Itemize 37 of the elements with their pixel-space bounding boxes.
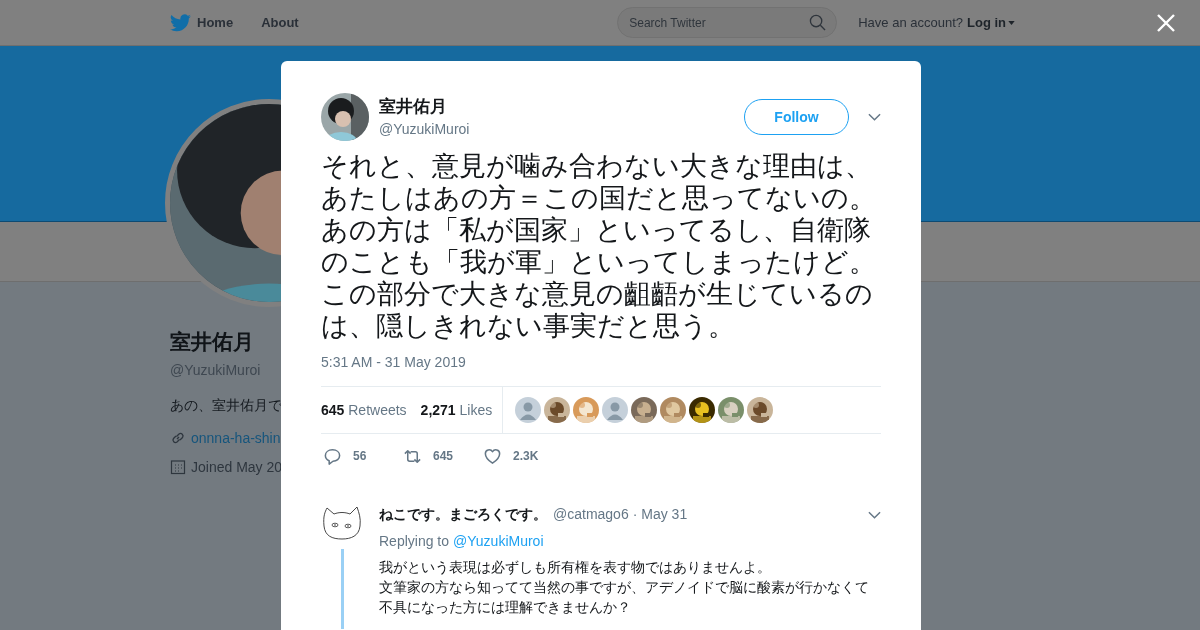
reply-author-name[interactable]: ねこです。まごろくです。 [379,504,547,525]
reply-text-line: 不具になった方には理解できませんか？ [379,598,631,617]
action-count: 645 [433,448,454,465]
caret-icon[interactable] [1008,20,1015,25]
search-icon[interactable] [809,14,827,31]
profile-name: 室井佑月 [170,329,255,355]
chevron-down-icon[interactable] [868,113,881,121]
reply-date[interactable]: · May 31 [632,504,868,525]
engagement-count[interactable]: 645 Retweets [321,399,407,421]
tweet-timestamp[interactable]: 5:31 AM - 31 May 2019 [321,352,881,373]
heart-icon[interactable] [483,446,502,466]
nav-link[interactable]: About [261,12,299,33]
login-button[interactable]: Log in [967,12,1015,33]
reply-author-handle[interactable]: @catmago6 [553,504,629,525]
author-handle[interactable]: @YuzukiMuroi [379,119,744,141]
action-count: 2.3K [513,448,539,465]
replying-to-label: Replying to [379,532,450,551]
chevron-down-icon[interactable] [868,510,881,519]
link-icon [170,430,186,446]
speech-bubble-icon[interactable] [323,446,342,466]
tweet-text: それと、意見が噛み合わない大きな理由は、あたしはあの方＝この国だと思ってないの。あの方は「私が国家」といってるし、自衛隊のことも「我が軍」といってしまったけど。この部分で大きな意見の齟齬が生じているのは、隠しきれない事実だと思う。 [321,150,877,342]
profile-bio: あの、室井佑月で [170,395,283,415]
reply-text-line: 我がという表現は必ずしも所有権を表す物ではありませんよ。 [379,558,771,577]
cat-avatar-drawing [321,504,363,540]
calendar-icon [170,459,186,475]
action-count: 56 [353,448,367,465]
default-avatar-icon [602,397,629,423]
mention-link[interactable]: @YuzukiMuroi [453,531,544,552]
close-icon[interactable] [1157,14,1175,32]
engagement-count[interactable]: 2,271 Likes [420,399,493,421]
account-prompt: Have an account? [858,13,963,32]
author-name[interactable]: 室井佑月 [379,93,744,120]
joined-date: Joined May 20 [191,457,283,477]
default-avatar-icon [515,397,542,423]
nav-link[interactable]: Home [197,12,234,33]
search-field[interactable]: Search Twitter [617,7,838,38]
reply-text-line: 文筆家の方なら知ってて当然の事ですが、アデノイドで脳に酸素が行かなくて [379,578,869,597]
